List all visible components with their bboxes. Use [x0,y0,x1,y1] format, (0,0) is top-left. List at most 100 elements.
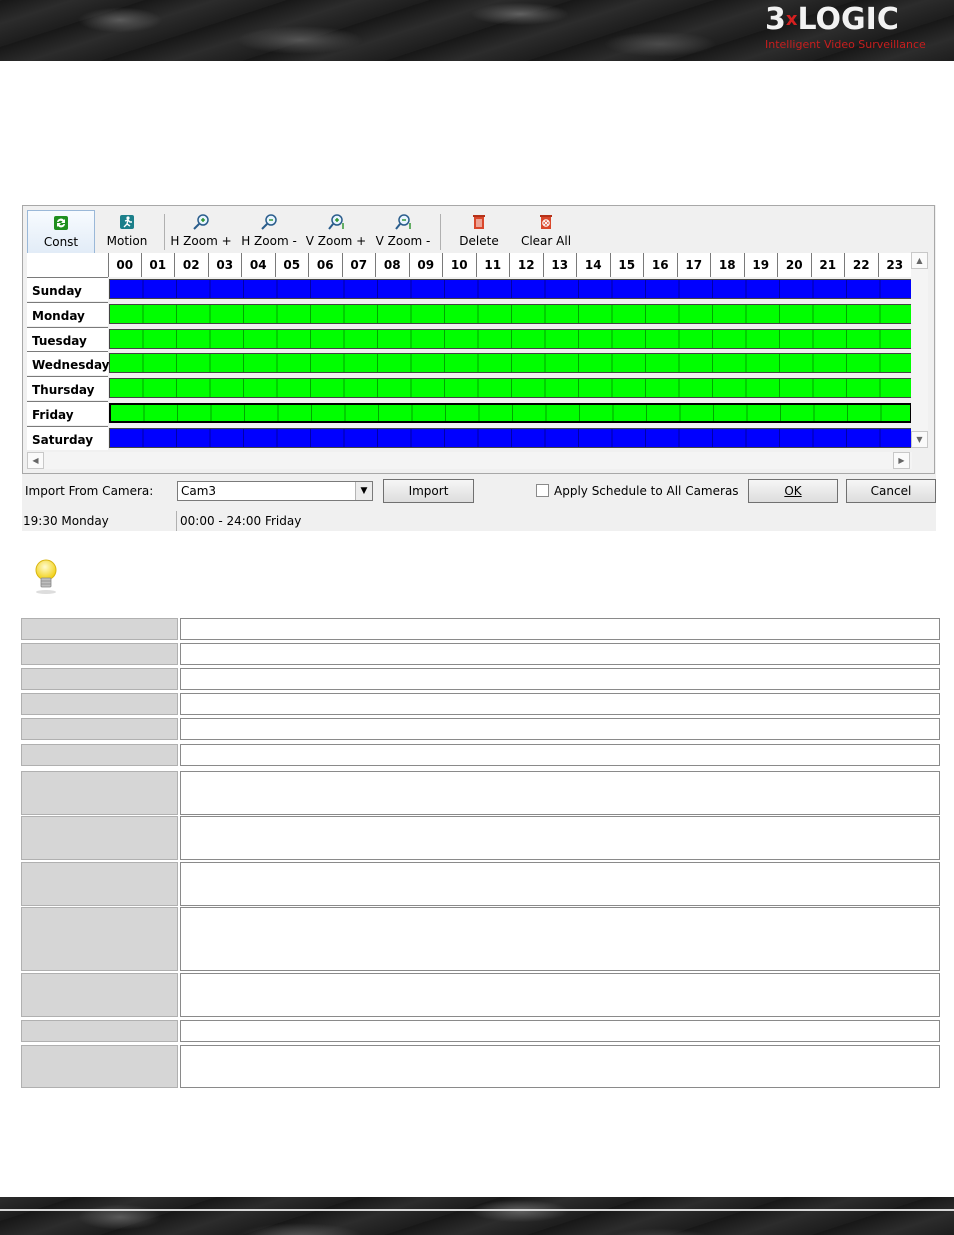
lightbulb-icon [31,557,61,595]
table-value-cell [180,693,940,715]
table-row [21,1020,940,1042]
table-key-cell [21,693,178,715]
hour-header-cell: 23 [879,253,912,277]
clear-all-button[interactable]: Clear All [517,210,575,252]
h-zoom-in-button[interactable]: H Zoom + [169,210,233,252]
delete-button[interactable]: Delete [455,210,503,252]
table-key-cell [21,643,178,665]
horizontal-scrollbar[interactable]: ◀ ▶ [27,452,912,469]
schedule-bar-sunday[interactable] [109,279,912,299]
scroll-right-button[interactable]: ▶ [893,452,910,469]
day-label: Friday [27,401,108,425]
const-button[interactable]: Const [27,210,95,254]
v-zoom-in-label: V Zoom + [305,234,367,248]
schedule-bar-thursday[interactable] [109,378,912,399]
day-label: Wednesday [27,351,110,376]
hour-header-cell: 09 [410,253,443,277]
table-key-cell [21,816,178,860]
scroll-left-button[interactable]: ◀ [27,452,44,469]
vertical-scrollbar[interactable]: ▲ ▼ [911,252,928,448]
scroll-down-button[interactable]: ▼ [911,431,928,448]
import-label: Import From Camera: [25,484,154,498]
chevron-down-icon[interactable]: ▼ [355,482,372,500]
clear-all-label: Clear All [520,234,572,248]
table-key-cell [21,718,178,740]
table-key-cell [21,618,178,640]
status-selection: 00:00 - 24:00 Friday [176,511,935,531]
table-value-cell [180,1020,940,1042]
schedule-bar-tuesday[interactable] [109,328,912,349]
table-value-cell [180,668,940,690]
schedule-panel: Const Motion H Zoom + H Zoom - V Zoom + … [22,205,935,474]
status-cursor: 19:30 Monday [23,514,109,528]
schedule-dialog: Const Motion H Zoom + H Zoom - V Zoom + … [22,205,936,531]
table-value-cell [180,618,940,640]
company-logo: 3xLOGIC Intelligent Video Surveillance [765,2,926,58]
table-row [21,862,940,906]
table-key-cell [21,668,178,690]
v-zoom-out-label: V Zoom - [375,234,431,248]
camera-select[interactable]: Cam3 ▼ [177,481,373,501]
clear-all-icon [517,212,575,234]
scroll-up-button[interactable]: ▲ [911,252,928,269]
footer-banner [0,1197,954,1235]
schedule-bar-monday[interactable] [109,303,912,324]
day-label: Tuesday [27,326,108,351]
table-row [21,618,940,640]
hour-header-cell: 06 [309,253,343,277]
v-zoom-in-button[interactable]: V Zoom + [305,210,367,252]
hour-header-cell: 12 [510,253,544,277]
table-row [21,643,940,665]
logo-text-b: LOGIC [797,2,899,37]
hour-header-cell: 01 [142,253,175,277]
header-banner: 3xLOGIC Intelligent Video Surveillance [0,0,954,61]
hour-header-cell: 10 [443,253,477,277]
hour-header-cell: 15 [611,253,644,277]
schedule-bar-wednesday[interactable] [109,353,912,374]
toolbar-separator [164,214,165,250]
h-zoom-in-label: H Zoom + [170,234,232,248]
ok-button[interactable]: OK [748,479,838,503]
v-zoom-out-button[interactable]: V Zoom - [373,210,433,252]
import-button[interactable]: Import [383,479,474,503]
table-row [21,771,940,815]
table-value-cell [180,862,940,906]
hour-header-cell: 14 [577,253,611,277]
motion-button[interactable]: Motion [99,210,155,252]
hour-header-cell: 08 [376,253,410,277]
refresh-icon [28,213,94,235]
hour-header-cell: 05 [276,253,309,277]
table-key-cell [21,862,178,906]
h-zoom-out-label: H Zoom - [241,234,297,248]
table-value-cell [180,643,940,665]
hour-header-cell: 17 [678,253,711,277]
table-key-cell [21,1020,178,1042]
h-zoom-out-button[interactable]: H Zoom - [237,210,301,252]
grid-corner [27,253,108,277]
schedule-bar-friday[interactable] [109,403,912,423]
toolbar-separator [440,214,441,250]
apply-all-checkbox[interactable] [536,484,549,497]
table-key-cell [21,1045,178,1088]
hour-header-cell: 13 [544,253,577,277]
table-row [21,973,940,1017]
day-label: Sunday [27,277,108,301]
motion-label: Motion [106,234,148,248]
hour-header-cell: 21 [812,253,845,277]
hour-header-cell: 20 [778,253,812,277]
table-row [21,816,940,860]
dialog-controls: Import From Camera: Cam3 ▼ Import Apply … [22,477,936,507]
logo-text-a: 3 [765,2,786,37]
hour-header-cell: 00 [108,253,142,277]
hour-header-cell: 04 [242,253,276,277]
table-key-cell [21,771,178,815]
zoom-out-vertical-icon [373,212,433,234]
table-row [21,907,940,971]
table-value-cell [180,771,940,815]
schedule-bar-saturday[interactable] [109,427,912,448]
table-value-cell [180,973,940,1017]
running-man-icon [99,212,155,234]
trash-icon [455,212,503,234]
cancel-button[interactable]: Cancel [846,479,936,503]
table-row [21,693,940,715]
